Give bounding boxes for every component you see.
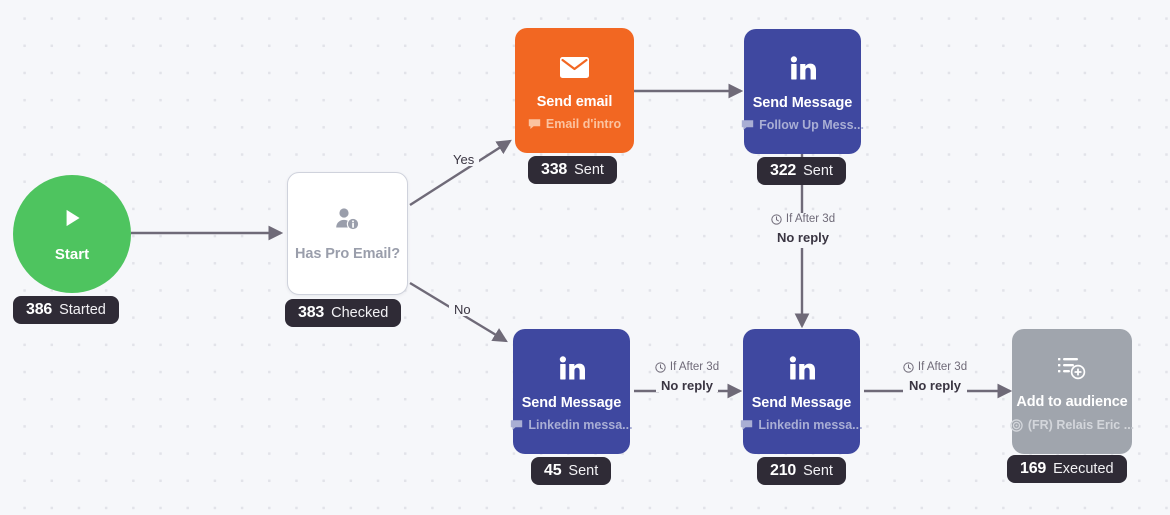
node-linkedin-message-2-title: Send Message [751,394,852,411]
edge-label-no: No [449,303,476,316]
speech-bubble-icon [528,119,541,130]
badge-linkedin-message-1-count: 45 [544,462,562,479]
workflow-canvas[interactable]: Start 386 Started Has Pro Email? 383 Che… [0,0,1170,515]
badge-start-label: Started [59,302,106,318]
badge-start: 386 Started [13,296,119,324]
badge-linkedin-message-1-label: Sent [568,463,599,479]
badge-follow-up-message-count: 322 [770,162,797,179]
speech-bubble-icon [741,420,753,431]
edge-label-yes: Yes [448,153,480,166]
badge-follow-up-message-label: Sent [803,163,833,179]
list-add-icon [1057,351,1087,385]
badge-linkedin-message-2-count: 210 [770,462,797,479]
badge-send-email-label: Sent [574,162,604,178]
node-follow-up-message-subtitle: Follow Up Mess... [759,118,864,132]
node-add-to-audience-subtitle: (FR) Relais Eric ... [1027,418,1135,432]
node-linkedin-message-2-subtitle: Linkedin messa... [758,418,863,432]
badge-send-email-count: 338 [541,161,568,178]
edge-label-yes-text: Yes [448,153,480,166]
clock-icon [655,362,666,373]
node-linkedin-message-1-subtitle-row: Linkedin messa... [510,418,633,432]
badge-linkedin-message-1: 45 Sent [531,457,612,485]
speech-bubble-icon [741,120,754,131]
node-start[interactable]: Start [13,175,131,293]
linkedin-icon [558,352,586,386]
clock-icon [771,214,782,225]
node-has-pro-email[interactable]: Has Pro Email? [287,172,408,295]
edge-decision-yes [409,139,512,207]
node-linkedin-message-1-title: Send Message [521,394,622,411]
node-linkedin-message-2[interactable]: Send Message Linkedin messa... [740,329,863,454]
edge-label-wait-horizontal-1: If After 3d No reply [641,361,733,392]
edge-label-wait-horizontal-1-text: No reply [655,378,718,392]
linkedin-icon [789,52,817,86]
target-icon [1010,419,1023,432]
badge-has-pro-email-label: Checked [331,305,389,321]
node-has-pro-email-title: Has Pro Email? [295,245,400,262]
node-send-email-subtitle: Email d'intro [545,117,622,131]
person-info-icon [334,206,361,234]
edge-label-wait-vertical-text: No reply [771,230,834,244]
speech-bubble-icon [511,420,523,431]
clock-icon [903,362,914,373]
node-linkedin-message-1[interactable]: Send Message Linkedin messa... [510,329,633,454]
badge-linkedin-message-2: 210 Sent [757,457,846,485]
badge-linkedin-message-2-label: Sent [803,463,833,479]
play-icon [59,205,85,236]
node-add-to-audience-title: Add to audience [1016,394,1128,411]
node-add-to-audience-subtitle-row: (FR) Relais Eric ... [1010,419,1134,432]
node-send-email-subtitle-row: Email d'intro [528,118,621,131]
edge-label-wait-horizontal-2-condition: If After 3d [917,361,968,373]
badge-add-to-audience-count: 169 [1020,460,1047,477]
badge-follow-up-message: 322 Sent [757,157,846,185]
node-follow-up-message[interactable]: Send Message Follow Up Mess... [741,29,864,154]
badge-add-to-audience-label: Executed [1053,461,1114,477]
badge-has-pro-email-count: 383 [298,304,325,321]
node-add-to-audience[interactable]: Add to audience (FR) Relais Eric ... [1010,329,1134,454]
linkedin-icon [788,352,816,386]
node-follow-up-message-subtitle-row: Follow Up Mess... [741,119,864,132]
envelope-icon [559,51,590,85]
node-linkedin-message-2-subtitle-row: Linkedin messa... [740,418,863,432]
node-linkedin-message-1-subtitle: Linkedin messa... [528,418,633,432]
edge-label-wait-horizontal-2: If After 3d No reply [889,361,981,392]
edge-label-wait-vertical-condition: If After 3d [785,213,836,225]
edge-label-wait-horizontal-2-text: No reply [903,378,966,392]
badge-send-email: 338 Sent [528,156,617,184]
badge-has-pro-email: 383 Checked [285,299,402,327]
edge-label-no-text: No [449,303,476,316]
edge-label-wait-vertical: If After 3d No reply [757,213,849,244]
node-send-email-title: Send email [536,93,613,110]
node-follow-up-message-title: Send Message [752,94,853,111]
edge-label-wait-horizontal-1-condition: If After 3d [669,361,720,373]
badge-start-count: 386 [26,301,53,318]
node-send-email[interactable]: Send email Email d'intro [515,28,634,153]
badge-add-to-audience: 169 Executed [1007,455,1127,483]
node-start-title: Start [54,246,90,263]
